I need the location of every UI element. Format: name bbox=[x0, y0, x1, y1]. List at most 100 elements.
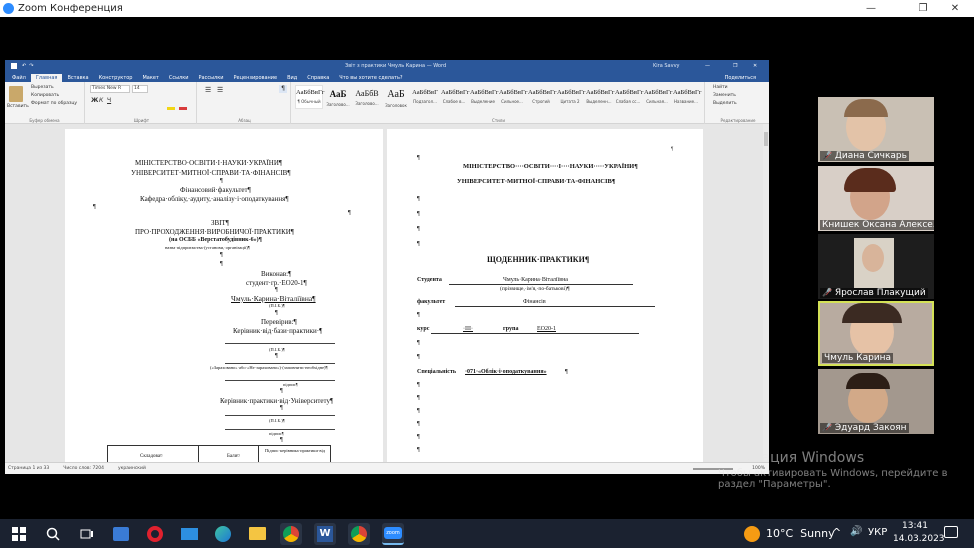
style-intense-quote[interactable]: АаБбВвГг Выделенн... bbox=[585, 85, 614, 109]
clock-date[interactable]: 14.03.2023 bbox=[893, 534, 945, 544]
participant-tile-active[interactable]: Чмуль Карина bbox=[818, 301, 934, 366]
tab-design[interactable]: Конструктор bbox=[94, 74, 138, 82]
undo-icon[interactable]: ↶ bbox=[22, 63, 26, 69]
mail-icon[interactable] bbox=[178, 523, 200, 545]
opera-browser-icon[interactable] bbox=[144, 523, 166, 545]
bullets-icon[interactable]: ☰ bbox=[205, 86, 211, 94]
notifications-icon[interactable] bbox=[944, 526, 958, 538]
participant-tile[interactable]: 🎤̸ Диана Сичкарь bbox=[818, 97, 934, 162]
participant-tile[interactable]: Книшек Оксана Алексе... bbox=[818, 166, 934, 231]
participant-tile[interactable]: 🎤̸ Ярослав Плакущий bbox=[818, 234, 934, 299]
right-label-faculty: факультет bbox=[417, 299, 446, 305]
style-strong[interactable]: АаБбВвГг Строгий bbox=[527, 85, 556, 109]
zoom-app-icon[interactable]: zoom bbox=[382, 522, 404, 545]
participant-name-label: Чмуль Карина bbox=[822, 353, 894, 363]
style-intense-emphasis[interactable]: АаБбВвГг Сильное... bbox=[498, 85, 527, 109]
paste-button[interactable]: Вставить bbox=[7, 104, 29, 109]
tab-layout[interactable]: Макет bbox=[137, 74, 163, 82]
file-explorer-icon[interactable] bbox=[246, 523, 268, 545]
status-word-count[interactable]: Число слов: 7204 bbox=[63, 466, 104, 471]
status-language[interactable]: украинский bbox=[118, 466, 146, 471]
signature-line bbox=[225, 415, 335, 416]
style-emphasis[interactable]: АаБбВвГг Выделение bbox=[469, 85, 498, 109]
restore-button[interactable]: ❐ bbox=[908, 0, 938, 17]
edge-browser-icon[interactable] bbox=[212, 523, 234, 545]
font-size-select[interactable]: 14 bbox=[132, 85, 148, 93]
share-button[interactable]: Поделиться bbox=[720, 74, 761, 82]
left-line-blank: ¶ bbox=[220, 178, 223, 184]
bold-button[interactable]: Ж bbox=[91, 97, 98, 104]
search-icon[interactable] bbox=[42, 523, 64, 545]
select-button[interactable]: Выделить bbox=[713, 101, 737, 106]
clipboard-group: Вставить Вырезать Копировать Формат по о… bbox=[5, 82, 85, 124]
shared-screen: ↶ ↷ Звіт з практики Чмуль Карина — Word … bbox=[5, 60, 769, 474]
style-heading2[interactable]: АаБбВ Заголово... bbox=[353, 85, 381, 109]
task-view-icon[interactable] bbox=[76, 523, 98, 545]
vertical-scrollbar[interactable] bbox=[763, 124, 769, 462]
numbering-icon[interactable]: ☰ bbox=[217, 86, 223, 94]
tab-review[interactable]: Рецензирование bbox=[229, 74, 283, 82]
word-app-icon[interactable]: W bbox=[314, 522, 336, 545]
left-line-enterprise: (на ОСББ «Верстатобудівник-6»)¶ bbox=[169, 237, 262, 243]
style-book-title[interactable]: АаБбВвГг Название... bbox=[672, 85, 701, 109]
speaker-icon[interactable]: 🔊 bbox=[850, 526, 862, 537]
document-area[interactable]: МІНІСТЕРСТВО·ОСВІТИ·І·НАУКИ·УКРАЇНИ¶ УНІ… bbox=[5, 124, 769, 462]
paste-icon[interactable] bbox=[9, 86, 23, 102]
pilcrow-toggle-icon[interactable]: ¶ bbox=[279, 85, 287, 93]
word-close-icon[interactable]: ✕ bbox=[753, 63, 757, 69]
italic-button[interactable]: К bbox=[99, 97, 103, 104]
replace-button[interactable]: Заменить bbox=[713, 93, 736, 98]
tab-mailings[interactable]: Рассылки bbox=[194, 74, 229, 82]
style-normal[interactable]: АаБбВвГг ¶ Обычный bbox=[295, 85, 324, 109]
status-page-count[interactable]: Страница 1 из 33 bbox=[8, 466, 49, 471]
weather-text[interactable]: 10°C Sunny bbox=[766, 527, 835, 540]
windows-taskbar: W zoom 10°C Sunny ^ 🔊 УКР 13:41 14.03.20… bbox=[0, 519, 974, 548]
style-heading1[interactable]: АаБ Заголово... bbox=[324, 85, 352, 109]
redo-icon[interactable]: ↷ bbox=[29, 63, 33, 69]
copy-button[interactable]: Копировать bbox=[31, 93, 59, 98]
start-windows-icon[interactable] bbox=[8, 523, 30, 545]
tray-chevron-icon[interactable]: ^ bbox=[832, 526, 841, 539]
font-color-icon[interactable] bbox=[179, 107, 187, 110]
file-manager-icon[interactable] bbox=[110, 523, 132, 545]
format-painter-button[interactable]: Формат по образцу bbox=[31, 101, 77, 106]
style-subtle-reference[interactable]: АаБбВвГг Слабая сс... bbox=[614, 85, 643, 109]
tab-file[interactable]: Файл bbox=[7, 74, 31, 82]
right-line-blank: ¶ bbox=[417, 421, 420, 427]
tab-home[interactable]: Главная bbox=[30, 74, 63, 82]
table-header-signature: Підпис·керівника·практики·від bbox=[264, 448, 326, 453]
word-user-name[interactable]: Kira Savvy bbox=[653, 63, 680, 69]
find-button[interactable]: Найти bbox=[713, 85, 728, 90]
font-name-select[interactable]: Times New R bbox=[90, 85, 130, 93]
style-quote2[interactable]: АаБбВвГг Цитата 2 bbox=[556, 85, 585, 109]
style-intense-reference[interactable]: АаБбВвГг Сильная... bbox=[643, 85, 672, 109]
minimize-button[interactable]: — bbox=[856, 0, 886, 17]
save-icon[interactable] bbox=[11, 63, 17, 69]
language-indicator[interactable]: УКР bbox=[868, 527, 887, 538]
clock-time[interactable]: 13:41 bbox=[902, 521, 928, 531]
word-minimize-icon[interactable]: — bbox=[705, 63, 710, 69]
right-line-blank: ¶ bbox=[417, 241, 420, 247]
style-title[interactable]: АаБ Заголовок bbox=[382, 85, 410, 109]
right-label-group: група bbox=[503, 326, 519, 332]
chrome-icon[interactable] bbox=[348, 522, 370, 545]
tell-me-search[interactable]: Что вы хотите сделать? bbox=[334, 74, 407, 82]
participant-tile[interactable]: 🎤̸ Эдуард Закоян bbox=[818, 369, 934, 434]
page-diary[interactable]: ¶ ¶ МІНІСТЕРСТВО····ОСВІТИ····І····НАУКИ… bbox=[387, 129, 703, 462]
style-subtitle[interactable]: АаБбВвГ Подзагол... bbox=[411, 85, 439, 109]
word-restore-icon[interactable]: ❐ bbox=[733, 63, 737, 69]
tab-insert[interactable]: Вставка bbox=[62, 74, 93, 82]
left-line-report-subtitle: ПРО·ПРОХОДЖЕННЯ·ВИРОБНИЧОЇ·ПРАКТИКИ¶ bbox=[135, 228, 294, 236]
right-line-blank: ¶ bbox=[417, 155, 420, 161]
page-title[interactable]: МІНІСТЕРСТВО·ОСВІТИ·І·НАУКИ·УКРАЇНИ¶ УНІ… bbox=[65, 129, 383, 462]
highlight-color-icon[interactable] bbox=[167, 107, 175, 110]
tab-view[interactable]: Вид bbox=[282, 74, 302, 82]
tab-help[interactable]: Справка bbox=[302, 74, 334, 82]
cut-button[interactable]: Вырезать bbox=[31, 85, 54, 90]
weather-sun-icon[interactable] bbox=[744, 526, 760, 542]
chrome-icon[interactable] bbox=[280, 522, 302, 545]
underline-button[interactable]: Ч bbox=[107, 97, 111, 104]
tab-references[interactable]: Ссылки bbox=[164, 74, 194, 82]
close-button[interactable]: ✕ bbox=[940, 0, 970, 17]
style-subtle-emphasis[interactable]: АаБбВвГг Слабое в... bbox=[440, 85, 469, 109]
